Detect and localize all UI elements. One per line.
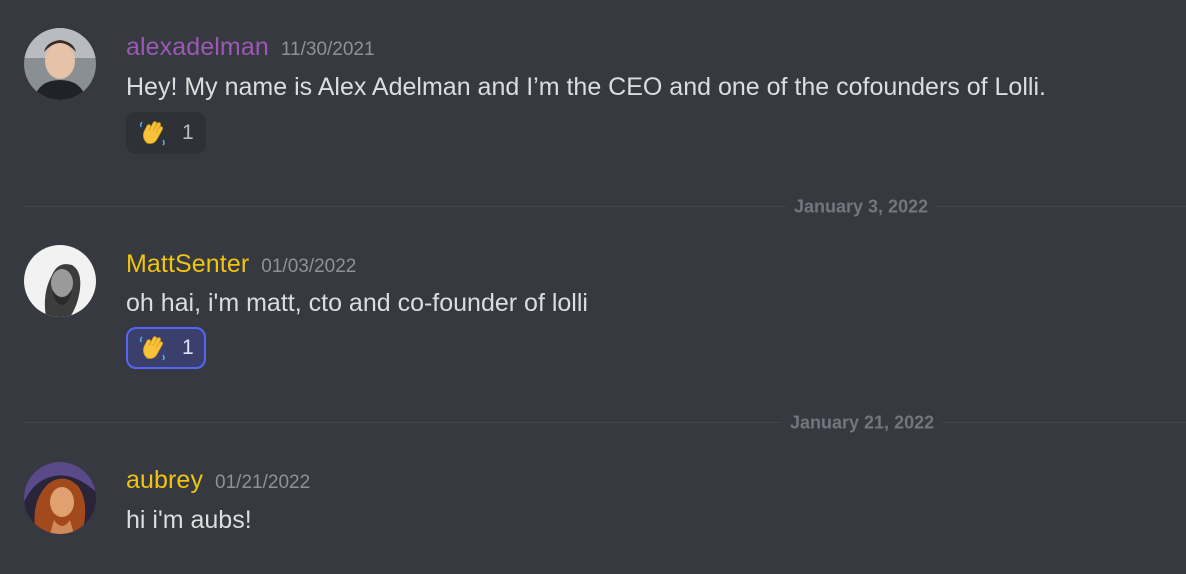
date-divider (24, 422, 1186, 423)
timestamp: 11/30/2021 (280, 39, 375, 60)
reaction-button[interactable]: 1 (126, 327, 206, 369)
waving-hand-icon (138, 333, 168, 363)
message-header: aubrey 01/21/2022 (126, 466, 310, 495)
message-text: oh hai, i'm matt, cto and co-founder of … (126, 289, 588, 317)
date-divider-label: January 21, 2022 (782, 412, 943, 434)
waving-hand-icon (138, 118, 168, 148)
message-header: alexadelman 11/30/2021 (126, 33, 375, 62)
message-text: hi i'm aubs! (126, 506, 252, 534)
username[interactable]: alexadelman (126, 33, 269, 61)
chat-message-list: alexadelman 11/30/2021 Hey! My name is Al… (0, 0, 1186, 574)
message-text: Hey! My name is Alex Adelman and I’m the… (126, 73, 1046, 101)
avatar[interactable] (24, 28, 96, 100)
username[interactable]: aubrey (126, 466, 203, 494)
username[interactable]: MattSenter (126, 250, 249, 278)
timestamp: 01/03/2022 (261, 256, 357, 277)
avatar[interactable] (24, 245, 96, 317)
reaction-count: 1 (182, 336, 194, 359)
reaction-count: 1 (182, 121, 194, 144)
date-divider-label: January 3, 2022 (786, 196, 937, 218)
reaction-button[interactable]: 1 (126, 112, 206, 154)
date-divider (24, 206, 1186, 207)
message-header: MattSenter 01/03/2022 (126, 250, 356, 279)
avatar[interactable] (24, 462, 96, 534)
timestamp: 01/21/2022 (215, 472, 311, 493)
